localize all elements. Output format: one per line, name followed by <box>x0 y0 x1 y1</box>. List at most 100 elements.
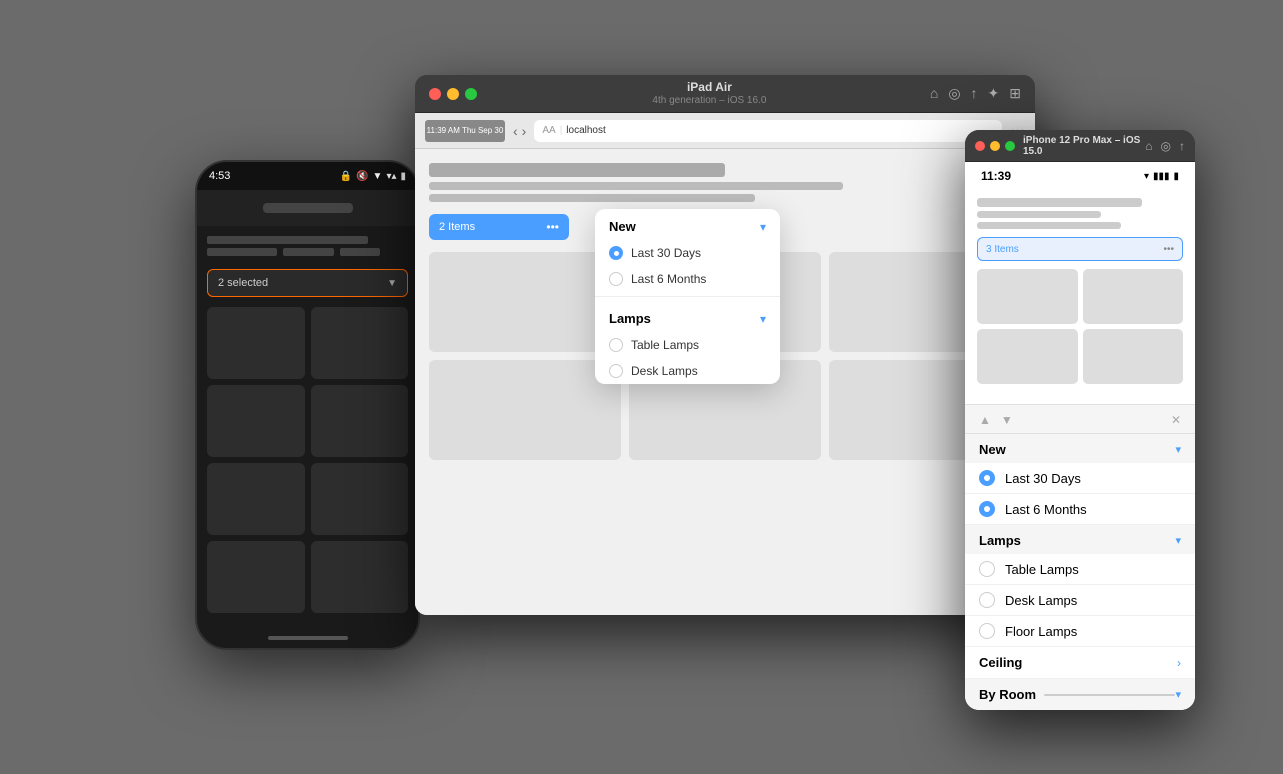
ipad-share-icon[interactable]: ↑ <box>971 85 978 102</box>
iphone-camera-icon[interactable]: ◎ <box>1161 139 1171 153</box>
ipad-status-bar-display: 11:39 AM Thu Sep 30 <box>425 120 505 142</box>
ipad-filter-more-icon[interactable]: ••• <box>546 220 559 234</box>
iphone-title-area: iPhone 12 Pro Max – iOS 15.0 <box>1023 135 1145 157</box>
popup-down-icon[interactable]: ▼ <box>1001 413 1013 427</box>
ipad-title-sub: 4th generation – iOS 16.0 <box>489 95 930 107</box>
traffic-red[interactable] <box>429 88 441 100</box>
iphone-popup-lamps-item-1[interactable]: Table Lamps <box>965 554 1195 585</box>
iphone-popup-lamps-section-header[interactable]: Lamps ▾ <box>965 525 1195 554</box>
ipad-filter-bar[interactable]: 2 Items ••• <box>429 214 569 240</box>
ipad-settings-icon[interactable]: ✦ <box>988 85 1000 102</box>
ipad-sub-skeleton-2 <box>429 194 755 202</box>
dropdown-lamps-chevron: ▾ <box>760 312 766 326</box>
iphone-popup-label-desklamps: Desk Lamps <box>1005 593 1077 608</box>
android-home-indicator <box>268 636 348 640</box>
android-grid-item-1 <box>207 307 305 379</box>
url-prefix: AA <box>542 125 555 136</box>
ipad-grid-icon[interactable]: ⊞ <box>1009 85 1021 102</box>
popup-up-icon[interactable]: ▲ <box>979 413 991 427</box>
android-grid-item-3 <box>207 385 305 457</box>
ipad-browser-bar: 11:39 AM Thu Sep 30 ‹ › AA | localhost •… <box>415 113 1035 149</box>
iphone-popup-new-item-1[interactable]: Last 30 Days <box>965 463 1195 494</box>
dropdown-new-chevron: ▾ <box>760 220 766 234</box>
ipad-sub-skeleton-1 <box>429 182 843 190</box>
dropdown-lamps-header[interactable]: Lamps ▾ <box>595 301 780 332</box>
iphone-popup-radio-floorlamps[interactable] <box>979 623 995 639</box>
ipad-title-area: iPad Air 4th generation – iOS 16.0 <box>489 80 930 106</box>
iphone-traffic-red[interactable] <box>975 141 985 151</box>
iphone-filter-more-icon[interactable]: ••• <box>1163 244 1174 255</box>
dropdown-new-item-2[interactable]: Last 6 Months <box>595 266 780 292</box>
dropdown-divider-1 <box>595 296 780 297</box>
signal-icon: ▼ <box>373 171 383 182</box>
iphone-grid-item-2 <box>1083 269 1184 324</box>
iphone-popup-new-section-header[interactable]: New ▾ <box>965 434 1195 463</box>
iphone-popup-radio-last6[interactable] <box>979 501 995 517</box>
iphone-popup-radio-tablelamps[interactable] <box>979 561 995 577</box>
android-select-arrow: ▼ <box>387 278 397 289</box>
iphone-popup-ceiling-chevron: › <box>1177 656 1181 670</box>
android-status-icons: 🔒 🔇 ▼ ▾▴ ▮ <box>340 171 406 182</box>
android-content-area: 2 selected ▼ <box>197 226 418 613</box>
dropdown-new-item-1[interactable]: Last 30 Days <box>595 240 780 266</box>
ipad-url-bar[interactable]: AA | localhost <box>534 120 1002 142</box>
iphone-titlebar: iPhone 12 Pro Max – iOS 15.0 ⌂ ◎ ↑ <box>965 130 1195 162</box>
dropdown-new-header[interactable]: New ▾ <box>595 209 780 240</box>
dropdown-label-last6: Last 6 Months <box>631 272 706 286</box>
iphone-home-icon[interactable]: ⌂ <box>1145 139 1152 153</box>
back-icon[interactable]: ‹ <box>513 123 518 139</box>
iphone-popup-new-chevron: ▾ <box>1175 443 1181 456</box>
ipad-grid-item-4 <box>429 360 621 460</box>
traffic-green[interactable] <box>465 88 477 100</box>
text-skeleton-row <box>207 248 408 261</box>
forward-icon[interactable]: › <box>522 123 527 139</box>
iphone-traffic-yellow[interactable] <box>990 141 1000 151</box>
ipad-grid-item-1 <box>429 252 621 352</box>
ipad-home-icon[interactable]: ⌂ <box>930 85 938 102</box>
iphone-popup-ceiling-row[interactable]: Ceiling › <box>965 647 1195 679</box>
android-select-bar[interactable]: 2 selected ▼ <box>207 269 408 297</box>
iphone-filter-bar[interactable]: 3 Items ••• <box>977 237 1183 261</box>
iphone-popup-byroom-row[interactable]: By Room ▾ <box>965 679 1195 710</box>
popup-close-icon[interactable]: ✕ <box>1171 413 1181 427</box>
dropdown-lamps-item-1[interactable]: Table Lamps <box>595 332 780 358</box>
ipad-camera-icon[interactable]: ◎ <box>948 85 960 102</box>
url-separator: | <box>560 125 563 136</box>
iphone-popup-lamps-item-2[interactable]: Desk Lamps <box>965 585 1195 616</box>
dropdown-lamps-item-2[interactable]: Desk Lamps <box>595 358 780 384</box>
iphone-popup-radio-last30[interactable] <box>979 470 995 486</box>
iphone-popup-new-item-2[interactable]: Last 6 Months <box>965 494 1195 525</box>
dropdown-lamps-title: Lamps <box>609 311 651 326</box>
android-grid-item-4 <box>311 385 409 457</box>
iphone-share-icon[interactable]: ↑ <box>1179 139 1185 153</box>
dropdown-new-section: New ▾ Last 30 Days Last 6 Months <box>595 209 780 292</box>
ipad-dropdown: New ▾ Last 30 Days Last 6 Months <box>595 209 780 384</box>
android-grid-item-8 <box>311 541 409 613</box>
dropdown-radio-last6[interactable] <box>609 272 623 286</box>
dropdown-radio-desklamps[interactable] <box>609 364 623 378</box>
android-grid-item-6 <box>311 463 409 535</box>
traffic-yellow[interactable] <box>447 88 459 100</box>
dropdown-radio-tablelamps[interactable] <box>609 338 623 352</box>
iphone-wifi-icon: ▾ <box>1144 171 1149 182</box>
iphone-grid <box>977 269 1183 384</box>
iphone-body: 11:39 ▾ ▮▮▮ ▮ 3 Items ••• <box>965 162 1195 710</box>
android-grid-item-2 <box>311 307 409 379</box>
iphone-popup-label-tablelamps: Table Lamps <box>1005 562 1079 577</box>
iphone-traffic-lights <box>975 141 1015 151</box>
iphone-popup-radio-desklamps[interactable] <box>979 592 995 608</box>
android-phone: 4:53 🔒 🔇 ▼ ▾▴ ▮ 2 selected ▼ <box>195 160 420 650</box>
text-skeleton-2b <box>283 248 333 256</box>
iphone-traffic-green[interactable] <box>1005 141 1015 151</box>
dropdown-radio-last30[interactable] <box>609 246 623 260</box>
text-skeleton-1 <box>207 236 368 244</box>
iphone-title-skeleton <box>977 198 1142 207</box>
iphone-filter-area: 3 Items ••• <box>977 237 1183 261</box>
iphone-popup-lamps-item-3[interactable]: Floor Lamps <box>965 616 1195 647</box>
ipad-filter-label: 2 Items <box>439 221 475 233</box>
ipad-title-skeleton <box>429 163 725 177</box>
iphone-time: 11:39 <box>981 169 1011 183</box>
text-skeleton-2a <box>207 248 277 256</box>
iphone-title-icons: ⌂ ◎ ↑ <box>1145 139 1185 153</box>
iphone-header-skeleton <box>977 198 1183 229</box>
